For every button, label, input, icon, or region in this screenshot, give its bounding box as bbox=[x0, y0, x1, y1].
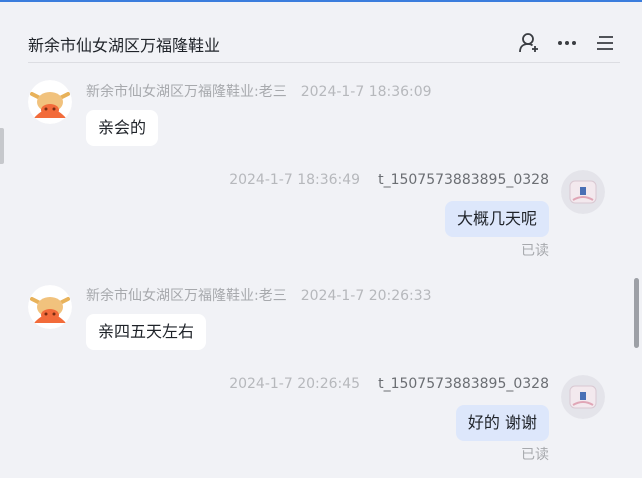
sender-name: t_1507573883895_0328 bbox=[378, 376, 549, 392]
message-bubble[interactable]: 大概几天呢 bbox=[444, 201, 549, 237]
message-bubble[interactable]: 亲四五天左右 bbox=[86, 314, 207, 350]
chat-header: 新余市仙女湖区万福隆鞋业 bbox=[28, 20, 620, 63]
timestamp: 2024-1-7 18:36:49 bbox=[229, 172, 361, 188]
timestamp: 2024-1-7 20:26:45 bbox=[229, 376, 361, 392]
menu-icon[interactable] bbox=[594, 32, 616, 54]
user-add-icon[interactable] bbox=[518, 32, 540, 54]
avatar[interactable] bbox=[28, 80, 72, 124]
message-meta: 新余市仙女湖区万福隆鞋业:老三 2024-1-7 18:36:09 bbox=[86, 81, 432, 101]
left-resize-handle[interactable] bbox=[0, 128, 4, 164]
message-meta: 2024-1-7 20:26:45 t_1507573883895_0328 bbox=[229, 376, 549, 392]
scrollbar-thumb[interactable] bbox=[634, 278, 639, 348]
avatar[interactable] bbox=[561, 170, 605, 214]
message-meta: 新余市仙女湖区万福隆鞋业:老三 2024-1-7 20:26:33 bbox=[86, 285, 432, 305]
message-meta: 2024-1-7 18:36:49 t_1507573883895_0328 bbox=[229, 172, 549, 188]
more-icon[interactable] bbox=[556, 32, 578, 54]
timestamp: 2024-1-7 20:26:33 bbox=[300, 288, 432, 304]
read-status: 已读 bbox=[521, 243, 549, 259]
message-bubble[interactable]: 亲会的 bbox=[86, 110, 159, 146]
timestamp: 2024-1-7 18:36:09 bbox=[300, 84, 432, 100]
sender-name: t_1507573883895_0328 bbox=[378, 172, 549, 188]
sender-name: 新余市仙女湖区万福隆鞋业:老三 bbox=[86, 84, 287, 100]
sender-name: 新余市仙女湖区万福隆鞋业:老三 bbox=[86, 288, 287, 304]
message-bubble[interactable]: 好的 谢谢 bbox=[455, 405, 549, 441]
read-status: 已读 bbox=[521, 447, 549, 463]
chat-title: 新余市仙女湖区万福隆鞋业 bbox=[28, 36, 221, 55]
avatar[interactable] bbox=[28, 285, 72, 329]
window-top-accent-line bbox=[0, 0, 642, 2]
avatar[interactable] bbox=[561, 375, 605, 419]
